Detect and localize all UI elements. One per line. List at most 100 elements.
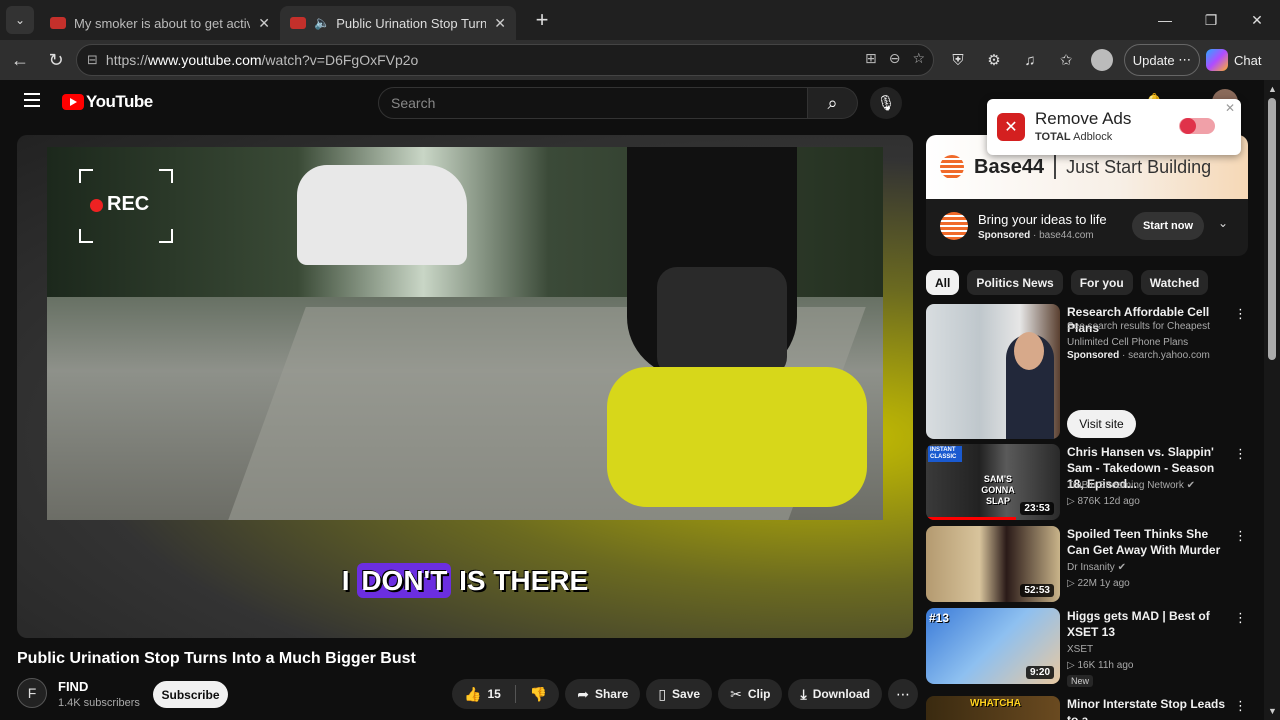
chip-all[interactable]: All [926, 270, 960, 295]
more-options-icon[interactable]: ⋮ [1234, 698, 1247, 714]
browser-tab-1[interactable]: My smoker is about to get active. ✕ [40, 6, 280, 40]
rec-channel[interactable]: Dr Insanity [1067, 562, 1115, 573]
extensions-icon[interactable]: ⚙ [980, 44, 1008, 76]
like-count[interactable]: 15 [487, 687, 500, 701]
site-info-icon[interactable]: ⊟ [87, 52, 98, 68]
app-available-icon[interactable]: ⊞ [865, 50, 877, 67]
scrollbar-thumb[interactable] [1268, 98, 1276, 360]
browser-tab-2[interactable]: 🔈 Public Urination Stop Turns In ✕ [280, 6, 516, 40]
minimize-icon[interactable]: — [1142, 0, 1188, 40]
tab-actions-menu[interactable]: ⌄ [6, 6, 34, 34]
clip-label: Clip [747, 687, 771, 701]
save-label: Save [672, 687, 701, 701]
back-icon[interactable]: ← [4, 44, 36, 76]
address-bar[interactable]: ⊟ https://www.youtube.com/watch?v=D6FgOx… [76, 44, 934, 76]
recommendation-item[interactable]: 52:53 Spoiled Teen Thinks She Can Get Aw… [926, 526, 1248, 602]
zoom-icon[interactable]: ⊖ [889, 50, 901, 67]
chip-watched[interactable]: Watched [1140, 270, 1209, 295]
base44-logo-icon [940, 212, 968, 240]
youtube-logo[interactable]: YouTube [62, 92, 153, 112]
chip-for-you[interactable]: For you [1070, 270, 1133, 295]
ad-domain: base44.com [1039, 230, 1094, 241]
rec-thumbnail[interactable]: 52:53 [926, 526, 1060, 602]
rec-sponsored-label: Sponsored [1067, 350, 1120, 361]
update-button[interactable]: Update ⋯ [1124, 44, 1200, 76]
refresh-icon[interactable]: ↻ [40, 44, 72, 76]
voice-search-button[interactable]: 🎙 [870, 87, 902, 119]
more-options-icon[interactable]: ⋮ [1234, 528, 1247, 544]
total-adblock-icon: ✕ [997, 113, 1025, 141]
clip-button[interactable]: ✂ Clip [718, 679, 783, 709]
thumbnail-text: #13 [929, 611, 950, 625]
profile-icon[interactable] [1088, 44, 1116, 76]
more-options-icon[interactable]: ⋮ [1234, 610, 1247, 626]
video-duration: 52:53 [1020, 584, 1054, 597]
more-options-icon[interactable]: ⋮ [1234, 446, 1247, 462]
microphone-icon: 🎙 [876, 95, 896, 112]
download-label: Download [812, 687, 871, 701]
page-scrollbar[interactable]: ▲ ▼ [1264, 80, 1280, 720]
thumbnail-badge: INSTANT CLASSIC [928, 446, 962, 462]
close-icon[interactable]: ✕ [1225, 101, 1235, 115]
close-tab-icon[interactable]: ✕ [494, 15, 506, 32]
new-tab-button[interactable]: + [528, 7, 556, 33]
share-button[interactable]: ➦ Share [565, 679, 641, 709]
scroll-up-icon[interactable]: ▲ [1268, 84, 1277, 94]
rec-title[interactable]: Higgs gets MAD | Best of XSET 13 [1067, 608, 1229, 640]
search-button[interactable]: ⌕ [808, 87, 858, 119]
recommendation-item[interactable]: WHATCHA Minor Interstate Stop Leads to a… [926, 696, 1248, 720]
menu-icon[interactable] [24, 93, 40, 107]
visit-site-button[interactable]: Visit site [1067, 410, 1136, 438]
chevron-down-icon[interactable]: ⌄ [1218, 216, 1228, 230]
recommendation-item[interactable]: INSTANT CLASSIC SAM'S GONNA SLAP 23:53 C… [926, 444, 1248, 520]
adblock-extension-icon[interactable]: ⛨ [944, 44, 972, 76]
verified-icon: ✔ [1186, 480, 1196, 491]
download-button[interactable]: ⤓ Download [788, 679, 883, 709]
subscribe-button[interactable]: Subscribe [153, 681, 228, 708]
restore-icon[interactable]: ❐ [1188, 0, 1234, 40]
dislike-icon[interactable]: 👎 [530, 686, 547, 703]
channel-name[interactable]: FIND [58, 679, 88, 694]
rec-title[interactable]: Spoiled Teen Thinks She Can Get Away Wit… [1067, 526, 1229, 558]
police-car-image [297, 165, 467, 265]
ad-start-now-button[interactable]: Start now [1132, 212, 1204, 240]
video-player[interactable]: REC I DON'T IS THERE [17, 135, 913, 638]
thumbnail-text: WHATCHA [970, 698, 1021, 709]
search-input[interactable]: Search [378, 87, 808, 119]
channel-avatar[interactable]: F [17, 678, 47, 708]
chip-politics-news[interactable]: Politics News [967, 270, 1063, 295]
ad-brand: Base44 [974, 155, 1045, 178]
rec-thumbnail[interactable]: WHATCHA [926, 696, 1060, 720]
bookmark-icon: ▯ [658, 685, 667, 702]
channel-avatar-initial: F [27, 685, 37, 701]
video-duration: 9:20 [1025, 666, 1054, 679]
scissors-icon: ✂ [730, 685, 742, 702]
speaker-icon[interactable]: 🔈 [314, 15, 330, 31]
remove-ads-toggle[interactable] [1179, 118, 1215, 134]
recommendation-item[interactable]: #13 9:20 Higgs gets MAD | Best of XSET 1… [926, 608, 1248, 687]
youtube-favicon-icon [50, 17, 66, 29]
more-options-icon[interactable]: ⋮ [1234, 306, 1247, 322]
favorite-star-icon[interactable]: ☆ [912, 50, 925, 67]
save-button[interactable]: ▯ Save [646, 679, 713, 709]
youtube-play-icon [62, 94, 84, 110]
close-window-icon[interactable]: ✕ [1234, 0, 1280, 40]
rec-channel[interactable]: XSET [1067, 642, 1093, 658]
search-icon: ⌕ [827, 92, 838, 113]
ad-sponsored-label: Sponsored [978, 230, 1031, 241]
read-aloud-icon[interactable]: ♫ [1016, 44, 1044, 76]
url-domain: www.youtube.com [147, 52, 262, 68]
favorites-icon[interactable]: ✩ [1052, 44, 1080, 76]
rec-channel[interactable]: TruBlu Streaming Network [1067, 480, 1184, 491]
copilot-chat-button[interactable]: Chat [1206, 44, 1276, 76]
sponsored-recommendation[interactable]: Research Affordable Cell Plans See searc… [926, 304, 1248, 439]
more-actions-button[interactable]: ⋯ [888, 679, 919, 709]
close-tab-icon[interactable]: ✕ [258, 15, 270, 32]
ad-thumbnail[interactable] [926, 304, 1060, 439]
rec-title[interactable]: Minor Interstate Stop Leads to a [1067, 696, 1229, 720]
scroll-down-icon[interactable]: ▼ [1268, 706, 1277, 716]
caption-pre: I [341, 565, 350, 596]
rec-thumbnail[interactable]: #13 9:20 [926, 608, 1060, 684]
rec-thumbnail[interactable]: INSTANT CLASSIC SAM'S GONNA SLAP 23:53 [926, 444, 1060, 520]
like-icon[interactable]: 👍 [464, 686, 481, 703]
